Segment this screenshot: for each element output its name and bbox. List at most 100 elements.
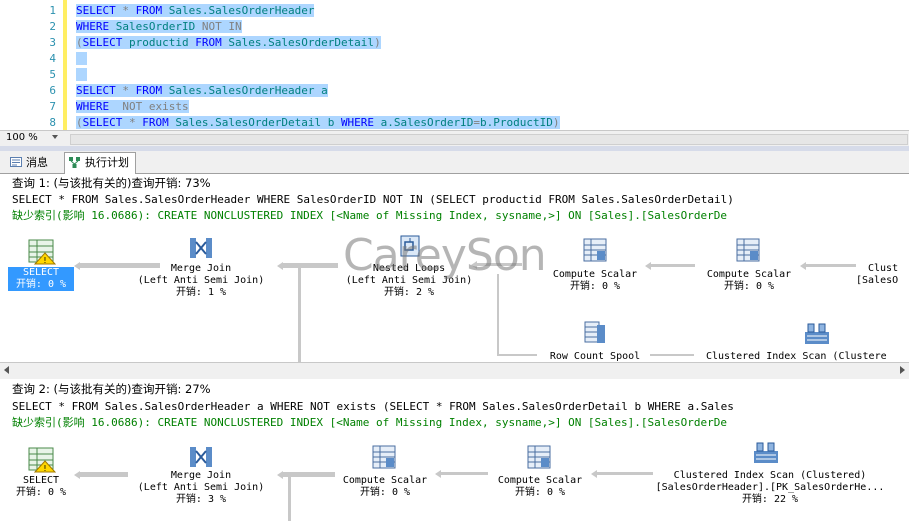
edge-clust-compute2 <box>806 264 856 267</box>
edge-merge-lower <box>298 267 301 362</box>
plan1-merge-join-node[interactable]: Merge Join (Left Anti Semi Join) 开销: 1 % <box>130 263 272 299</box>
query1-missing-index[interactable]: 缺少索引(影响 16.0686): CREATE NONCLUSTERED IN… <box>12 208 727 224</box>
code-selection <box>76 68 87 81</box>
node-subtitle: [SalesO <box>856 275 899 286</box>
arrow-icon <box>74 471 80 479</box>
clustered-index-scan-icon[interactable] <box>752 439 780 465</box>
select-icon[interactable]: ! <box>28 239 56 265</box>
tab-execution-plan[interactable]: 执行计划 <box>64 152 136 174</box>
compute-scalar-icon[interactable] <box>527 445 551 469</box>
code-selection: SELECT * FROM Sales.SalesOrderHeader <box>76 4 315 17</box>
node-name: Compute Scalar <box>497 475 583 486</box>
plan2-compute-scalar-2-node[interactable]: Compute Scalar 开销: 0 % <box>485 475 595 499</box>
code-line[interactable]: WHERE NOT exists <box>76 99 189 115</box>
code-token: WHERE <box>76 100 110 113</box>
clustered-index-scan-icon[interactable] <box>803 320 831 346</box>
node-cost: 开销: 0 % <box>15 279 67 290</box>
code-token: Sales.SalesOrderHeader <box>162 4 315 17</box>
node-cost: 开销: 2 % <box>383 287 435 298</box>
code-line[interactable]: (SELECT * FROM Sales.SalesOrderDetail b … <box>76 115 560 130</box>
plan1-row-count-spool-node[interactable]: Row Count Spool <box>540 351 650 362</box>
plan1-select-node[interactable]: SELECT 开销: 0 % <box>8 267 74 291</box>
line-number: 5 <box>49 68 56 81</box>
code-line[interactable] <box>76 67 87 83</box>
code-token: * <box>115 4 136 17</box>
code-line[interactable]: (SELECT productid FROM Sales.SalesOrderD… <box>76 35 381 51</box>
line-number: 6 <box>49 84 56 97</box>
node-name: Merge Join <box>170 263 232 274</box>
scroll-right-icon[interactable] <box>900 366 905 374</box>
plan1-compute-scalar-2-node[interactable]: Compute Scalar 开销: 0 % <box>694 269 804 293</box>
editor-status-bar: 100 % <box>0 130 909 147</box>
code-token: SalesOrderID <box>109 20 202 33</box>
node-name: Compute Scalar <box>552 269 638 280</box>
code-token: Sales.SalesOrderDetail b <box>168 116 341 129</box>
results-tab-bar: 消息 执行计划 <box>0 151 909 174</box>
edge-nested-spool-h <box>497 354 537 356</box>
node-cost: 开销: 0 % <box>15 487 67 498</box>
watermark: CareySon <box>343 230 547 281</box>
query2-plan-pane[interactable]: 查询 2: (与该批有关的)查询开销: 27% SELECT * FROM Sa… <box>0 379 909 521</box>
code-token: * <box>122 116 143 129</box>
compute-scalar-icon[interactable] <box>736 238 760 262</box>
line-number: 1 <box>49 4 56 17</box>
editor-horizontal-scrollbar[interactable] <box>70 134 908 145</box>
compute-scalar-icon[interactable] <box>583 238 607 262</box>
edge-scan-spool <box>650 354 694 356</box>
node-name: Clustered Index Scan (Clustered) <box>673 470 867 481</box>
query1-sql: SELECT * FROM Sales.SalesOrderHeader WHE… <box>12 193 734 206</box>
plan1-compute-scalar-1-node[interactable]: Compute Scalar 开销: 0 % <box>540 269 650 293</box>
merge-join-icon[interactable] <box>188 236 214 260</box>
plan2-clustered-index-scan-node[interactable]: Clustered Index Scan (Clustered) [SalesO… <box>645 470 895 506</box>
code-token: FROM <box>195 36 222 49</box>
edge-merge-lower <box>288 476 291 521</box>
query2-sql: SELECT * FROM Sales.SalesOrderHeader a W… <box>12 400 734 413</box>
compute-scalar-icon[interactable] <box>372 445 396 469</box>
query2-missing-index[interactable]: 缺少索引(影响 16.0686): CREATE NONCLUSTERED IN… <box>12 415 727 431</box>
code-selection: SELECT * FROM Sales.SalesOrderHeader a <box>76 84 328 97</box>
edge-nested-spool-v <box>497 274 499 354</box>
node-name: SELECT <box>22 267 60 278</box>
code-token: SELECT <box>76 84 116 97</box>
node-name: Row Count Spool <box>549 351 641 362</box>
code-line[interactable] <box>76 51 87 67</box>
sql-editor[interactable]: 1 SELECT * FROM Sales.SalesOrderHeader 2 WH… <box>0 0 909 130</box>
code-token: * <box>115 84 136 97</box>
query2-title: 查询 2: (与该批有关的)查询开销: 27% <box>12 382 211 396</box>
tab-messages[interactable]: 消息 <box>6 153 54 172</box>
zoom-dropdown-icon[interactable] <box>52 135 58 139</box>
svg-text:!: ! <box>43 464 46 473</box>
code-token: NOT exists <box>109 100 189 113</box>
code-token: ) <box>552 116 560 129</box>
code-token: a.SalesOrderID <box>374 116 474 129</box>
messages-icon <box>10 157 22 167</box>
row-count-spool-icon[interactable] <box>583 321 607 345</box>
node-subtitle: [SalesOrderHeader].[PK_SalesOrderHe... <box>655 482 885 493</box>
query1-plan-pane[interactable]: 查询 1: (与该批有关的)查询开销: 73% SELECT * FROM Sa… <box>0 174 909 362</box>
node-cost: 开销: 0 % <box>359 487 411 498</box>
plan2-merge-join-node[interactable]: Merge Join (Left Anti Semi Join) 开销: 3 % <box>130 470 272 506</box>
zoom-level[interactable]: 100 % <box>6 132 38 143</box>
code-line[interactable]: SELECT * FROM Sales.SalesOrderHeader <box>76 3 315 19</box>
scroll-left-icon[interactable] <box>4 366 9 374</box>
plan2-select-node[interactable]: SELECT 开销: 0 % <box>8 475 74 499</box>
node-cost: 开销: 0 % <box>569 281 621 292</box>
code-token: b.ProductID <box>480 116 553 129</box>
line-number: 4 <box>49 52 56 65</box>
svg-text:!: ! <box>43 256 46 265</box>
tab-messages-label: 消息 <box>26 156 48 169</box>
execution-plan-icon <box>69 157 80 168</box>
edge-compute2-compute1 <box>651 264 695 267</box>
query1-title: 查询 1: (与该批有关的)查询开销: 73% <box>12 176 211 190</box>
code-line[interactable]: SELECT * FROM Sales.SalesOrderHeader a <box>76 83 328 99</box>
plan1-clustered-scan-right-node[interactable]: Clust [SalesO <box>856 263 909 287</box>
code-token: WHERE <box>76 20 110 33</box>
code-token: Sales.SalesOrderDetail <box>221 36 375 49</box>
plan2-compute-scalar-1-node[interactable]: Compute Scalar 开销: 0 % <box>330 475 440 499</box>
plan-horizontal-scrollbar[interactable] <box>0 362 909 379</box>
code-token: FROM <box>135 84 163 97</box>
select-icon[interactable]: ! <box>28 447 56 473</box>
plan1-clustered-index-scan-node[interactable]: Clustered Index Scan (Clustere <box>706 351 909 362</box>
code-line[interactable]: WHERE SalesOrderID NOT IN <box>76 19 242 35</box>
merge-join-icon[interactable] <box>188 445 214 469</box>
